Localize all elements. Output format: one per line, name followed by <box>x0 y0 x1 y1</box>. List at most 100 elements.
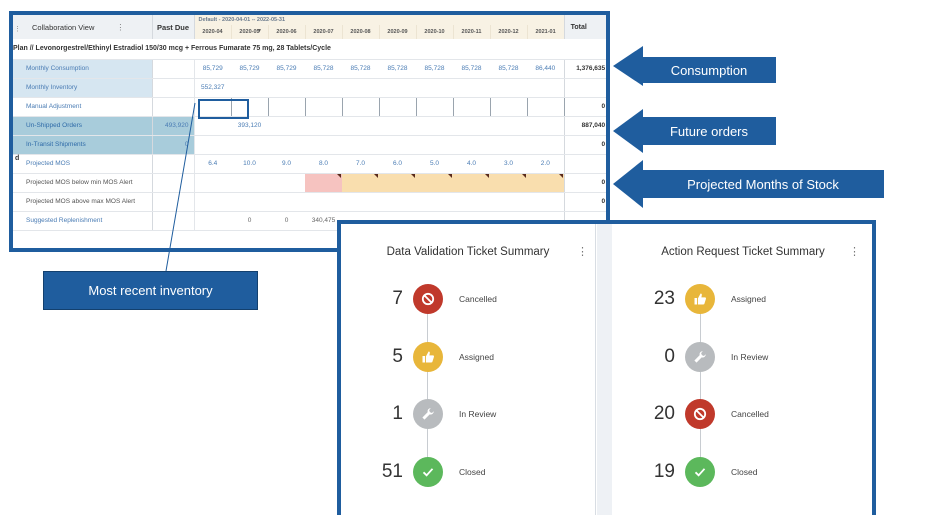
month-cell[interactable]: 7.0 <box>342 154 379 174</box>
month-cell[interactable] <box>268 192 305 212</box>
month-cell[interactable] <box>416 192 453 212</box>
drag-handle-icon[interactable]: ⋮ <box>14 26 21 33</box>
month-cell[interactable] <box>379 78 416 98</box>
month-cell[interactable] <box>304 96 343 117</box>
past-due-cell[interactable] <box>152 78 195 98</box>
month-cell[interactable]: 85,728 <box>416 59 453 79</box>
card-menu-icon[interactable]: ⋮ <box>849 245 860 258</box>
ticket-status-cancelled[interactable]: 7 Cancelled <box>371 282 497 316</box>
month-header[interactable]: 2020-12 <box>490 25 528 39</box>
ticket-status-assigned[interactable]: 5 Assigned <box>371 340 494 374</box>
month-cell[interactable]: 8.0 <box>305 154 342 174</box>
month-cell[interactable] <box>415 96 454 117</box>
row-label[interactable]: Projected MOS below min MOS Alert <box>13 173 153 193</box>
month-cell[interactable] <box>231 135 268 155</box>
month-cell[interactable]: 10.0 <box>231 154 268 174</box>
month-cell[interactable] <box>194 211 231 231</box>
past-due-cell[interactable] <box>152 211 195 231</box>
month-cell[interactable] <box>342 78 379 98</box>
month-cell[interactable]: 6.4 <box>194 154 231 174</box>
month-cell[interactable] <box>416 135 453 155</box>
month-cell[interactable]: 0 <box>268 211 305 231</box>
month-cell[interactable] <box>305 78 342 98</box>
row-label[interactable]: Monthly Inventory <box>13 78 153 98</box>
month-cell[interactable] <box>305 192 342 212</box>
month-cell[interactable] <box>453 192 490 212</box>
month-cell[interactable]: 85,728 <box>490 59 527 79</box>
past-due-cell[interactable] <box>152 97 195 117</box>
month-cell[interactable]: 3.0 <box>490 154 527 174</box>
column-menu-icon[interactable]: ⋮ <box>116 23 124 32</box>
date-range-header[interactable]: Default - 2020-04-01 -- 2022-05-31 <box>194 15 565 25</box>
month-cell[interactable] <box>341 96 380 117</box>
month-cell[interactable]: 552,327 <box>194 78 231 98</box>
month-cell[interactable] <box>379 116 416 136</box>
row-label[interactable]: Projected MOS above max MOS Alert <box>13 192 153 212</box>
sort-caret-icon[interactable]: ▼ <box>257 28 262 34</box>
month-cell[interactable] <box>268 116 305 136</box>
ticket-status-closed[interactable]: 19 Closed <box>643 455 757 489</box>
past-due-cell[interactable]: 493,920 <box>152 116 195 136</box>
month-cell[interactable] <box>231 173 268 193</box>
month-cell[interactable] <box>526 96 565 117</box>
month-cell[interactable] <box>490 173 527 193</box>
month-cell[interactable] <box>305 173 342 193</box>
month-cell[interactable] <box>268 78 305 98</box>
month-cell[interactable] <box>453 135 490 155</box>
ticket-status-closed[interactable]: 51 Closed <box>371 455 485 489</box>
month-cell[interactable] <box>489 96 528 117</box>
month-cell[interactable] <box>379 173 416 193</box>
month-header[interactable]: 2020-10 <box>416 25 454 39</box>
month-cell[interactable] <box>490 135 527 155</box>
ticket-status-assigned[interactable]: 23 Assigned <box>643 282 766 316</box>
month-header[interactable]: 2020-06 <box>268 25 306 39</box>
past-due-header[interactable]: Past Due <box>152 15 195 39</box>
month-cell[interactable]: 5.0 <box>416 154 453 174</box>
month-cell[interactable]: 85,728 <box>379 59 416 79</box>
view-header[interactable]: Collaboration View ⋮ <box>13 15 153 39</box>
month-cell[interactable] <box>379 135 416 155</box>
month-cell[interactable] <box>342 192 379 212</box>
month-cell[interactable] <box>379 192 416 212</box>
month-cell[interactable] <box>527 116 565 136</box>
month-cell[interactable]: 85,728 <box>342 59 379 79</box>
month-cell[interactable] <box>231 192 268 212</box>
month-cell[interactable] <box>194 135 231 155</box>
ticket-status-in-review[interactable]: 0 In Review <box>643 340 768 374</box>
month-cell[interactable]: 4.0 <box>453 154 490 174</box>
total-header[interactable]: Total <box>563 15 606 39</box>
month-cell[interactable]: 2.0 <box>527 154 565 174</box>
month-cell[interactable] <box>416 78 453 98</box>
month-cell[interactable] <box>527 192 565 212</box>
row-label[interactable]: Monthly Consumption <box>13 59 153 79</box>
month-cell[interactable]: 0 <box>231 211 268 231</box>
month-cell[interactable] <box>453 78 490 98</box>
month-header[interactable]: 2020-07 <box>305 25 343 39</box>
month-cell[interactable] <box>342 116 379 136</box>
month-header[interactable]: 2020-05 <box>231 25 269 39</box>
month-cell[interactable] <box>305 135 342 155</box>
row-label[interactable]: Un-Shipped Orders <box>13 116 153 136</box>
past-due-cell[interactable]: 0 <box>152 135 195 155</box>
month-cell[interactable] <box>490 78 527 98</box>
month-cell[interactable] <box>490 192 527 212</box>
month-cell[interactable] <box>453 173 490 193</box>
ticket-status-in-review[interactable]: 1 In Review <box>371 397 496 431</box>
month-cell[interactable] <box>416 116 453 136</box>
month-cell[interactable]: 6.0 <box>379 154 416 174</box>
month-header[interactable]: 2020-09 <box>379 25 417 39</box>
month-cell[interactable] <box>267 96 306 117</box>
month-cell[interactable] <box>527 135 565 155</box>
month-cell[interactable] <box>452 96 491 117</box>
month-cell[interactable] <box>194 173 231 193</box>
past-due-cell[interactable] <box>152 192 195 212</box>
month-header[interactable]: 2020-04 <box>194 25 232 39</box>
month-cell[interactable]: 85,728 <box>453 59 490 79</box>
month-cell[interactable]: 85,729 <box>268 59 305 79</box>
month-cell[interactable] <box>490 116 527 136</box>
month-cell[interactable] <box>342 135 379 155</box>
month-cell[interactable] <box>378 96 417 117</box>
row-label[interactable]: In-Transit Shipments <box>13 135 153 155</box>
row-label[interactable]: Manual Adjustment <box>13 97 153 117</box>
month-cell[interactable] <box>527 173 565 193</box>
